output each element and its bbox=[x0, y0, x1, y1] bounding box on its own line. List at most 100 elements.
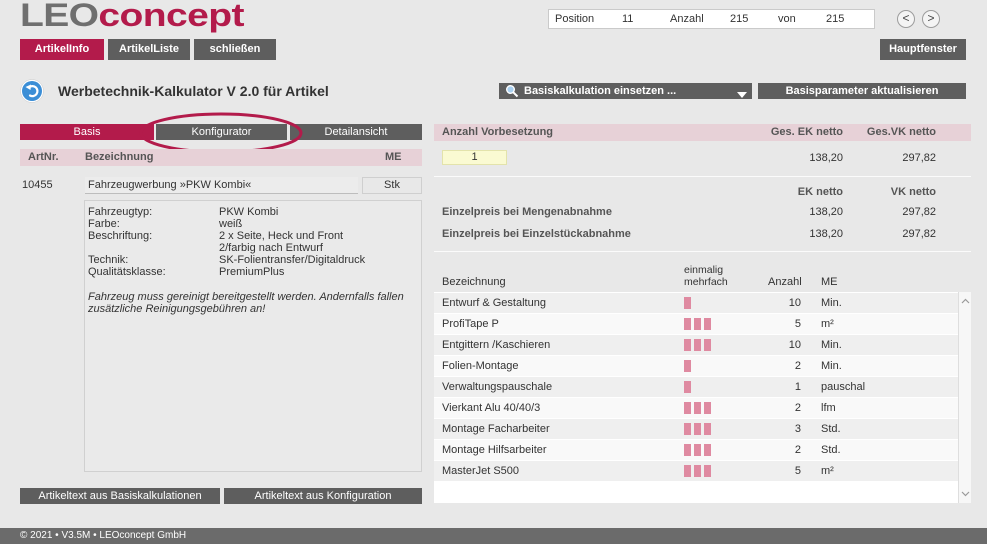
attribute-row: Fahrzeugtyp: PKW Kombi bbox=[88, 206, 418, 218]
close-button[interactable]: schließen bbox=[194, 39, 276, 60]
article-number: 10455 bbox=[22, 179, 53, 191]
unit-price-vk: 297,82 bbox=[902, 228, 936, 240]
item-row[interactable]: Verwaltungspauschale 1 pauschal bbox=[434, 377, 958, 397]
total-ek-header: Ges. EK netto bbox=[770, 126, 843, 138]
frequency-selector[interactable] bbox=[684, 465, 711, 477]
text-from-configuration-button[interactable]: Artikeltext aus Konfiguration bbox=[224, 488, 422, 504]
quantity-header: Anzahl Vorbesetzung bbox=[442, 126, 554, 138]
attribute-row: Qualitätsklasse: PremiumPlus bbox=[88, 266, 418, 278]
article-note: Fahrzeug muss gereinigt bereitgestellt w… bbox=[88, 291, 404, 315]
position-value: 11 bbox=[622, 13, 634, 25]
main-window-button[interactable]: Hauptfenster bbox=[880, 39, 966, 60]
attribute-label: Fahrzeugtyp: bbox=[88, 206, 153, 218]
item-row[interactable]: Montage Facharbeiter 3 Std. bbox=[434, 419, 958, 439]
of-label: von bbox=[778, 13, 796, 25]
frequency-bar bbox=[684, 423, 691, 435]
tab-artikelinfo[interactable]: ArtikelInfo bbox=[20, 39, 104, 60]
item-count: 10 bbox=[788, 339, 801, 351]
frequency-bar bbox=[684, 444, 691, 456]
item-count: 5 bbox=[794, 465, 801, 477]
attribute-label: Beschriftung: bbox=[88, 230, 153, 242]
item-unit: Std. bbox=[821, 444, 841, 456]
update-base-parameters-button[interactable]: Basisparameter aktualisieren bbox=[758, 83, 966, 99]
frequency-bar bbox=[684, 381, 691, 393]
unit-ek-header: EK netto bbox=[797, 186, 843, 198]
item-count: 5 bbox=[794, 318, 801, 330]
attribute-row: Beschriftung: 2 x Seite, Heck und Front bbox=[88, 230, 418, 242]
scrollbar[interactable] bbox=[958, 292, 971, 503]
previous-record-button[interactable]: < bbox=[897, 10, 915, 28]
frequency-bar bbox=[694, 465, 701, 477]
total-ek-value: 138,20 bbox=[809, 152, 843, 164]
item-unit: Min. bbox=[821, 297, 842, 309]
item-unit: lfm bbox=[821, 402, 836, 414]
item-row[interactable]: ProfiTape P 5 m² bbox=[434, 314, 958, 334]
frequency-bar bbox=[684, 465, 691, 477]
frequency-selector[interactable] bbox=[684, 360, 691, 372]
unit-vk-header: VK netto bbox=[890, 186, 936, 198]
item-row[interactable]: Folien-Montage 2 Min. bbox=[434, 356, 958, 376]
frequency-selector[interactable] bbox=[684, 423, 711, 435]
total-vk-value: 297,82 bbox=[902, 152, 936, 164]
item-unit: m² bbox=[821, 465, 834, 477]
item-count: 2 bbox=[794, 360, 801, 372]
attribute-label: Qualitätsklasse: bbox=[88, 266, 166, 278]
frequency-selector[interactable] bbox=[684, 318, 711, 330]
scroll-up-icon[interactable] bbox=[961, 295, 970, 307]
item-name: MasterJet S500 bbox=[442, 465, 520, 477]
frequency-bar bbox=[694, 339, 701, 351]
attribute-value: 2/farbig nach Entwurf bbox=[219, 242, 323, 254]
tab-detailansicht[interactable]: Detailansicht bbox=[290, 124, 422, 140]
base-calculation-dropdown[interactable]: Basiskalkulation einsetzen ... bbox=[499, 83, 752, 99]
item-unit: Min. bbox=[821, 339, 842, 351]
frequency-bar bbox=[704, 465, 711, 477]
item-name: Entgittern /Kaschieren bbox=[442, 339, 551, 351]
frequency-bar bbox=[704, 444, 711, 456]
frequency-bar bbox=[684, 297, 691, 309]
frequency-bar bbox=[694, 318, 701, 330]
scroll-down-icon[interactable] bbox=[961, 488, 970, 500]
item-name: Folien-Montage bbox=[442, 360, 519, 372]
unit-price-vk: 297,82 bbox=[902, 206, 936, 218]
article-description[interactable]: Fahrzeugtyp: PKW Kombi Farbe: weiß Beschrift… bbox=[84, 200, 422, 472]
item-row[interactable]: Vierkant Alu 40/40/3 2 lfm bbox=[434, 398, 958, 418]
tab-artikelliste[interactable]: ArtikelListe bbox=[108, 39, 190, 60]
item-count: 3 bbox=[794, 423, 801, 435]
search-icon bbox=[505, 84, 519, 103]
frequency-bar bbox=[704, 423, 711, 435]
back-arrow-icon[interactable] bbox=[20, 79, 44, 103]
item-row[interactable]: Montage Hilfsarbeiter 2 Std. bbox=[434, 440, 958, 460]
record-navigation: Position 11 Anzahl 215 von 215 bbox=[548, 9, 875, 29]
frequency-bar bbox=[704, 402, 711, 414]
frequency-selector[interactable] bbox=[684, 444, 711, 456]
text-from-base-calculations-button[interactable]: Artikeltext aus Basiskalkulationen bbox=[20, 488, 220, 504]
item-unit: Min. bbox=[821, 360, 842, 372]
article-unit-field[interactable]: Stk bbox=[362, 177, 422, 194]
frequency-selector[interactable] bbox=[684, 297, 691, 309]
frequency-selector[interactable] bbox=[684, 381, 691, 393]
item-name: Montage Hilfsarbeiter bbox=[442, 444, 547, 456]
divider bbox=[434, 176, 971, 177]
frequency-bar bbox=[684, 339, 691, 351]
items-column-unit: ME bbox=[821, 276, 838, 288]
attribute-row: Technik: SK-Folientransfer/Digitaldruck bbox=[88, 254, 418, 266]
article-name-field[interactable]: Fahrzeugwerbung »PKW Kombi« bbox=[85, 177, 358, 194]
items-table[interactable]: Entwurf & Gestaltung 10 Min. ProfiTape P 5 m²… bbox=[434, 292, 971, 503]
column-me: ME bbox=[385, 151, 402, 163]
next-record-button[interactable]: > bbox=[922, 10, 940, 28]
frequency-bar bbox=[704, 318, 711, 330]
item-unit: m² bbox=[821, 318, 834, 330]
item-row[interactable]: Entwurf & Gestaltung 10 Min. bbox=[434, 293, 958, 313]
item-row[interactable]: Entgittern /Kaschieren 10 Min. bbox=[434, 335, 958, 355]
frequency-selector[interactable] bbox=[684, 402, 711, 414]
items-column-count: Anzahl bbox=[768, 276, 802, 288]
item-unit: pauschal bbox=[821, 381, 866, 393]
item-name: ProfiTape P bbox=[442, 318, 499, 330]
frequency-bar bbox=[684, 318, 691, 330]
column-artnr: ArtNr. bbox=[28, 151, 59, 163]
attribute-list: Fahrzeugtyp: PKW Kombi Farbe: weiß Beschrift… bbox=[88, 206, 418, 278]
quantity-input[interactable]: 1 bbox=[442, 150, 507, 165]
item-row[interactable]: MasterJet S500 5 m² bbox=[434, 461, 958, 481]
tab-basis[interactable]: Basis bbox=[20, 124, 154, 140]
frequency-selector[interactable] bbox=[684, 339, 711, 351]
